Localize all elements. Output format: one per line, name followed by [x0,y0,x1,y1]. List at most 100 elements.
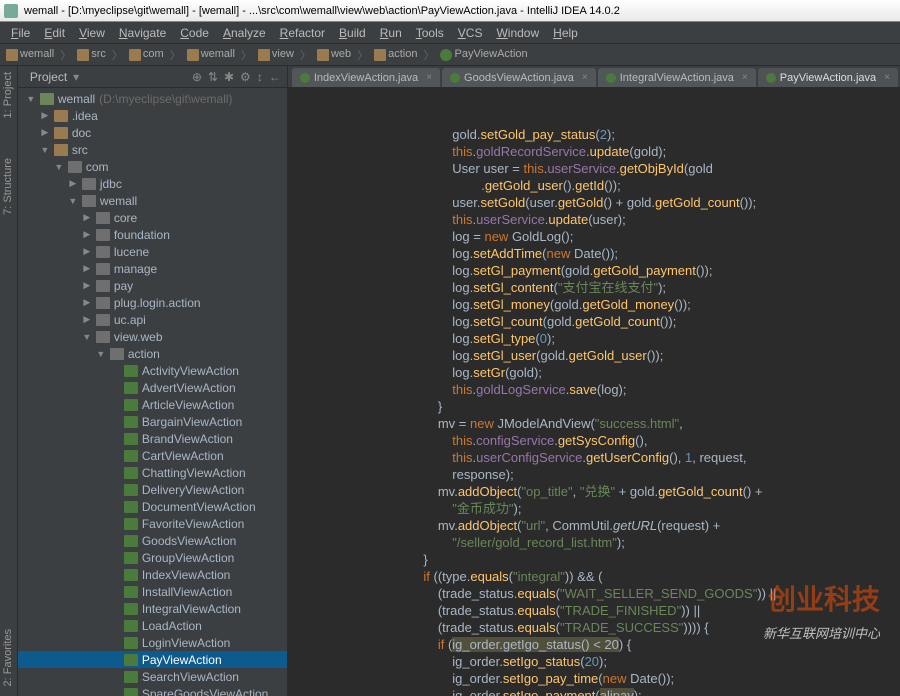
menu-edit[interactable]: Edit [37,26,72,40]
tree-item[interactable]: ▶uc.api [18,311,287,328]
expand-arrow-icon[interactable]: ▼ [54,162,64,172]
menu-run[interactable]: Run [373,26,409,40]
class-icon [124,484,138,496]
tree-item[interactable]: AdvertViewAction [18,379,287,396]
tree-item[interactable]: GroupViewAction [18,549,287,566]
expand-arrow-icon[interactable]: ▼ [82,332,92,342]
tree-item[interactable]: ▼action [18,345,287,362]
tree-item[interactable]: ▶manage [18,260,287,277]
close-icon[interactable]: × [742,72,748,83]
breadcrumb-item[interactable]: PayViewAction [440,48,527,60]
tree-item[interactable]: ActivityViewAction [18,362,287,379]
code-editor[interactable]: gold.setGold_pay_status(2); this.goldRec… [288,88,900,696]
menu-code[interactable]: Code [173,26,216,40]
expand-arrow-icon[interactable]: ▶ [82,246,92,257]
sidebar-control[interactable]: ↕ [257,70,263,84]
tree-item[interactable]: ▼com [18,158,287,175]
tree-item[interactable]: ▶lucene [18,243,287,260]
expand-arrow-icon[interactable]: ▶ [82,212,92,223]
close-icon[interactable]: × [884,72,890,83]
tree-item[interactable]: FavoriteViewAction [18,515,287,532]
tree-item[interactable]: BargainViewAction [18,413,287,430]
sidebar-control[interactable]: ⇅ [208,70,218,84]
expand-arrow-icon[interactable]: ▶ [40,127,50,138]
menu-help[interactable]: Help [546,26,585,40]
tree-item[interactable]: ▶foundation [18,226,287,243]
editor-tab[interactable]: GoodsViewAction.java× [442,68,596,87]
menu-file[interactable]: File [4,26,37,40]
expand-arrow-icon[interactable]: ▼ [40,145,50,155]
tree-item[interactable]: ▶doc [18,124,287,141]
expand-arrow-icon[interactable]: ▶ [82,314,92,325]
expand-arrow-icon[interactable]: ▶ [82,297,92,308]
breadcrumb-item[interactable]: view [258,48,294,60]
tree-item[interactable]: DeliveryViewAction [18,481,287,498]
tree-item[interactable]: LoadAction [18,617,287,634]
folder-icon [317,49,329,61]
tree-item[interactable]: ▼wemall [18,192,287,209]
menu-vcs[interactable]: VCS [451,26,490,40]
tree-item[interactable]: ▶core [18,209,287,226]
code-line: log.setAddTime(new Date()); [308,245,900,262]
class-icon [124,688,138,696]
tree-item[interactable]: DocumentViewAction [18,498,287,515]
menu-navigate[interactable]: Navigate [112,26,173,40]
tree-item[interactable]: IntegralViewAction [18,600,287,617]
tree-item[interactable]: BrandViewAction [18,430,287,447]
sidebar-control[interactable]: ✱ [224,70,234,84]
tree-item[interactable]: ▶jdbc [18,175,287,192]
tree-item[interactable]: ChattingViewAction [18,464,287,481]
tree-item[interactable]: PayViewAction [18,651,287,668]
tool-structure[interactable]: 7: Structure [2,158,14,215]
expand-arrow-icon[interactable]: ▼ [26,94,36,104]
expand-arrow-icon[interactable]: ▶ [82,263,92,274]
close-icon[interactable]: × [426,72,432,83]
module-icon [40,93,54,105]
tree-item[interactable]: GoodsViewAction [18,532,287,549]
tree-item[interactable]: CartViewAction [18,447,287,464]
menu-view[interactable]: View [72,26,112,40]
menu-analyze[interactable]: Analyze [216,26,273,40]
tree-item[interactable]: InstallViewAction [18,583,287,600]
sidebar-control[interactable]: ← [269,70,281,84]
tree-item[interactable]: ▶.idea [18,107,287,124]
code-line: log.setGl_content("支付宝在线支付"); [308,279,900,296]
expand-arrow-icon[interactable]: ▶ [82,280,92,291]
expand-arrow-icon[interactable]: ▶ [40,110,50,121]
tree-item[interactable]: ArticleViewAction [18,396,287,413]
tree-item[interactable]: LoginViewAction [18,634,287,651]
code-line: this.userService.update(user); [308,211,900,228]
breadcrumb-item[interactable]: com [129,48,164,60]
breadcrumb-item[interactable]: wemall [6,48,54,60]
tree-item[interactable]: SearchViewAction [18,668,287,685]
project-tree[interactable]: ▼wemall(D:\myeclipse\git\wemall)▶.idea▶d… [18,88,287,696]
editor-tab[interactable]: PayViewAction.java× [758,68,898,87]
expand-arrow-icon[interactable]: ▶ [68,178,78,189]
tree-item[interactable]: ▶plug.login.action [18,294,287,311]
tree-item[interactable]: ▶pay [18,277,287,294]
tree-item[interactable]: ▼view.web [18,328,287,345]
menu-window[interactable]: Window [489,26,546,40]
expand-arrow-icon[interactable]: ▼ [96,349,106,359]
sidebar-control[interactable]: ⊕ [192,70,202,84]
menu-build[interactable]: Build [332,26,373,40]
expand-arrow-icon[interactable]: ▶ [82,229,92,240]
menu-refactor[interactable]: Refactor [273,26,332,40]
tool-favorites[interactable]: 2: Favorites [2,629,14,686]
breadcrumb-item[interactable]: wemall [187,48,235,60]
tree-item[interactable]: SpareGoodsViewAction [18,685,287,696]
folder-icon [54,144,68,156]
menu-tools[interactable]: Tools [409,26,451,40]
tool-project[interactable]: 1: Project [2,72,14,118]
sidebar-control[interactable]: ⚙ [240,70,251,84]
tree-item[interactable]: IndexViewAction [18,566,287,583]
breadcrumb-item[interactable]: src [77,48,106,60]
editor-tab[interactable]: IndexViewAction.java× [292,68,440,87]
tree-item[interactable]: ▼src [18,141,287,158]
tree-item[interactable]: ▼wemall(D:\myeclipse\git\wemall) [18,90,287,107]
expand-arrow-icon[interactable]: ▼ [68,196,78,206]
close-icon[interactable]: × [582,72,588,83]
editor-tab[interactable]: IntegralViewAction.java× [598,68,756,87]
breadcrumb-item[interactable]: web [317,48,351,60]
breadcrumb-item[interactable]: action [374,48,417,60]
